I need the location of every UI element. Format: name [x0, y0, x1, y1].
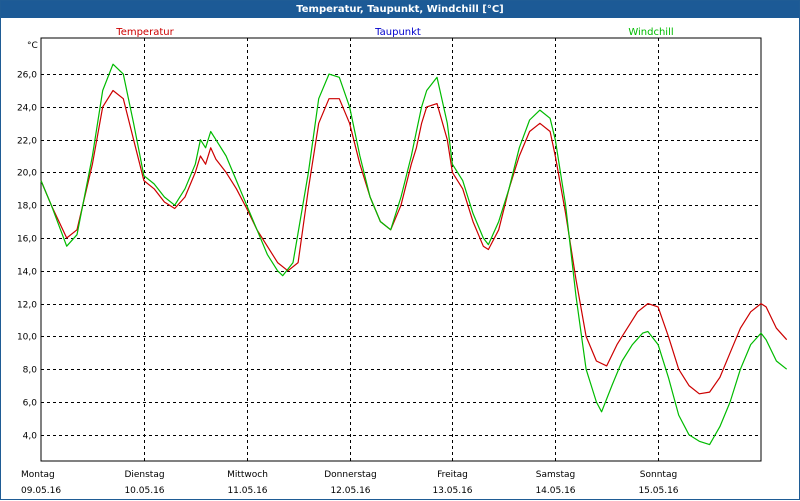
x-tick-date: 11.05.16: [227, 486, 267, 496]
y-axis-unit: °C: [27, 41, 38, 51]
chart-canvas: 4,0 6,0 8,0 10,0 12,0 14,0 16,0 18,0 20,0 22,0 24,…: [17, 27, 788, 496]
chart-window: Temperatur, Taupunkt, Windchill [°C] 4,0…: [0, 0, 800, 500]
y-tick-label: 26,0: [17, 71, 37, 81]
y-tick-label: 16,0: [17, 235, 37, 245]
legend-item-taupunkt: Taupunkt: [374, 27, 421, 38]
y-tick-label: 14,0: [17, 268, 37, 278]
x-tick-day: Sonntag: [640, 470, 677, 480]
x-tick-date: 09.05.16: [21, 486, 61, 496]
y-tick-label: 8,0: [23, 366, 38, 376]
legend-item-temperatur: Temperatur: [115, 27, 174, 38]
x-tick-day: Freitag: [437, 470, 468, 480]
y-tick-label: 20,0: [17, 169, 37, 179]
x-tick-day: Dienstag: [124, 470, 164, 480]
x-tick-day: Mittwoch: [227, 470, 268, 480]
y-tick-label: 10,0: [17, 333, 37, 343]
x-tick-date: 13.05.16: [432, 486, 472, 496]
y-tick-label: 18,0: [17, 202, 37, 212]
legend-item-windchill: Windchill: [628, 27, 673, 38]
y-tick-label: 24,0: [17, 104, 37, 114]
x-tick-date: 14.05.16: [535, 486, 575, 496]
y-tick-label: 6,0: [23, 399, 38, 409]
x-tick-day: Samstag: [536, 470, 575, 480]
y-tick-label: 22,0: [17, 137, 37, 147]
x-tick-day: Montag: [21, 470, 55, 480]
x-tick-day: Donnerstag: [324, 470, 377, 480]
x-tick-date: 10.05.16: [124, 486, 164, 496]
x-tick-date: 12.05.16: [330, 486, 370, 496]
y-tick-label: 4,0: [23, 432, 38, 442]
plot-area: [40, 37, 762, 462]
y-tick-label: 12,0: [17, 301, 37, 311]
x-tick-date: 15.05.16: [638, 486, 678, 496]
